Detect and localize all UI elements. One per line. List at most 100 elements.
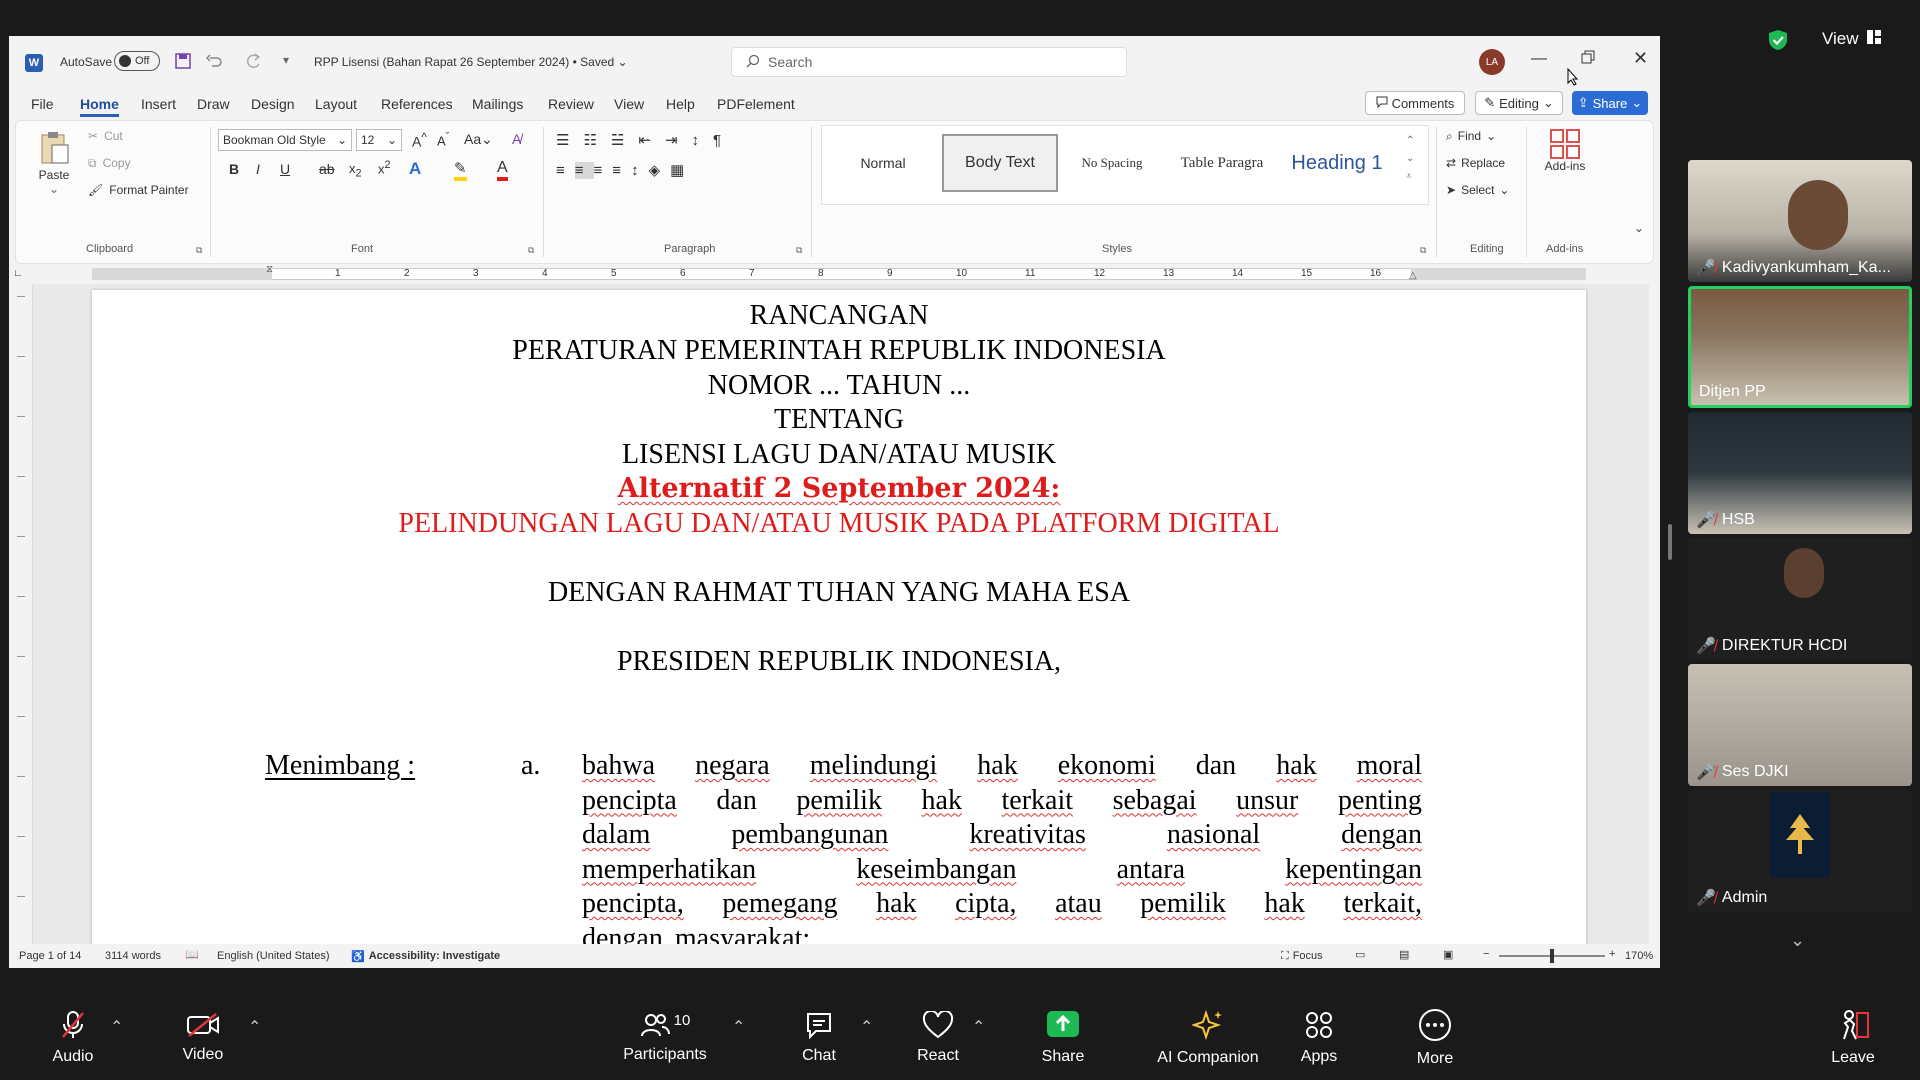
align-center-icon[interactable]: ≡ — [574, 162, 594, 179]
chat-options-chevron-icon[interactable]: ⌃ — [860, 1017, 873, 1037]
justify-icon[interactable]: ≡ — [612, 162, 631, 179]
show-marks-icon[interactable]: ¶ — [713, 132, 735, 149]
tab-file[interactable]: File — [31, 96, 54, 112]
zoom-out-icon[interactable]: − — [1483, 948, 1489, 960]
text-effects-icon[interactable]: A — [409, 159, 421, 179]
share-screen-button[interactable]: Share — [1008, 995, 1118, 1080]
vertical-ruler[interactable] — [9, 284, 33, 944]
web-layout-icon[interactable]: ▣ — [1443, 948, 1453, 961]
underline-icon[interactable]: U — [280, 161, 290, 177]
participant-tile-1[interactable]: 🎤̸ Kadivyankumham_Ka... — [1688, 160, 1912, 282]
more-button[interactable]: More — [1380, 995, 1490, 1080]
document-page[interactable]: RANCANGAN PERATURAN PEMERINTAH REPUBLIK … — [92, 290, 1586, 944]
tab-design[interactable]: Design — [251, 96, 295, 112]
italic-icon[interactable]: I — [256, 161, 260, 177]
doc-paragraph-line[interactable]: memperhatikan keseimbangan antara kepenting… — [582, 854, 1422, 886]
bold-icon[interactable]: B — [229, 161, 239, 177]
copy-button[interactable]: ⧉ Copy — [88, 156, 131, 171]
redo-icon[interactable] — [245, 52, 263, 73]
sort-icon[interactable]: ↕ — [692, 132, 714, 149]
style-body-text[interactable]: Body Text — [942, 134, 1058, 192]
right-indent-marker-icon[interactable]: △ — [1409, 270, 1417, 281]
page-count[interactable]: Page 1 of 14 — [19, 950, 81, 962]
find-button[interactable]: ⌕ Find ⌄ — [1446, 129, 1496, 144]
word-count[interactable]: 3114 words — [105, 950, 161, 962]
collapse-ribbon-icon[interactable]: ⌄ — [1634, 221, 1644, 235]
editing-mode-button[interactable]: ✎ Editing ⌄ — [1475, 91, 1563, 115]
paragraph-launcher-icon[interactable]: ⧉ — [796, 245, 802, 256]
comments-button[interactable]: Comments — [1365, 91, 1465, 115]
minimize-button[interactable]: — — [1531, 50, 1547, 68]
participants-button[interactable]: 10 Participants — [610, 995, 720, 1080]
paste-button[interactable]: Paste ⌄ — [34, 131, 74, 196]
tab-selector-icon[interactable]: ∟ — [13, 268, 23, 279]
ai-companion-button[interactable]: AI Companion — [1143, 995, 1273, 1080]
superscript-icon[interactable]: x2 — [378, 159, 391, 176]
style-no-spacing[interactable]: No Spacing — [1062, 134, 1162, 192]
strikethrough-icon[interactable]: ab — [319, 161, 335, 177]
doc-heading-lisensi[interactable]: LISENSI LAGU DAN/ATAU MUSIK — [92, 439, 1586, 471]
replace-button[interactable]: ⇄ Replace — [1446, 156, 1505, 170]
subscript-icon[interactable]: x2 — [349, 161, 362, 180]
scroll-down-chevron-icon[interactable]: ⌄ — [1790, 930, 1805, 951]
zoom-in-icon[interactable]: + — [1609, 948, 1615, 960]
read-mode-icon[interactable]: ▭ — [1355, 948, 1365, 961]
doc-alternative-line[interactable]: Alternatif 2 September 2024: — [92, 473, 1586, 504]
style-heading-1[interactable]: Heading 1 — [1278, 134, 1396, 192]
style-table-paragraph[interactable]: Table Paragra — [1168, 134, 1276, 192]
addins-button[interactable]: Add-ins — [1540, 129, 1590, 173]
style-normal[interactable]: Normal — [828, 134, 938, 192]
clipboard-launcher-icon[interactable]: ⧉ — [196, 245, 202, 256]
react-button[interactable]: React — [883, 995, 993, 1080]
close-button[interactable]: ✕ — [1633, 48, 1648, 69]
align-left-icon[interactable]: ≡ — [556, 162, 575, 179]
font-color-icon[interactable]: A — [497, 159, 508, 181]
undo-icon[interactable] — [205, 52, 223, 73]
select-button[interactable]: ➤ Select ⌄ — [1446, 183, 1509, 197]
font-size-select[interactable]: 12 ⌄ — [356, 129, 402, 151]
user-avatar[interactable]: LA — [1479, 49, 1505, 75]
accessibility-status[interactable]: ♿ Accessibility: Investigate — [351, 950, 500, 963]
focus-button[interactable]: ⛶ Focus — [1281, 950, 1323, 963]
indent-marker-icon[interactable]: ⧖ — [266, 264, 273, 275]
doc-heading-tentang[interactable]: TENTANG — [92, 404, 1586, 436]
styles-scroll[interactable]: ⌃ ⌄ ⩡ — [1406, 132, 1414, 186]
horizontal-ruler[interactable]: ∟ 1 2 3 4 5 6 7 8 9 10 11 12 13 14 15 16 ⧖ △ — [9, 264, 1660, 284]
leave-button[interactable]: Leave — [1798, 995, 1908, 1080]
apps-button[interactable]: Apps — [1264, 995, 1374, 1080]
doc-rahmat[interactable]: DENGAN RAHMAT TUHAN YANG MAHA ESA — [92, 577, 1586, 609]
share-button[interactable]: ⇪ Share ⌄ — [1572, 91, 1648, 115]
doc-paragraph-line[interactable]: pencipta, pemegang hak cipta, atau pemilik hak… — [582, 888, 1422, 920]
tab-mailings[interactable]: Mailings — [472, 96, 523, 112]
participant-tile-2[interactable]: Ditjen PP — [1688, 286, 1912, 408]
panel-resize-handle[interactable] — [1668, 524, 1672, 560]
tab-draw[interactable]: Draw — [197, 96, 230, 112]
numbering-icon[interactable]: ☷ — [583, 132, 610, 149]
video-button[interactable]: Video — [148, 995, 258, 1080]
tab-references[interactable]: References — [381, 96, 453, 112]
audio-options-chevron-icon[interactable]: ⌃ — [110, 1017, 123, 1037]
doc-heading-rancangan[interactable]: RANCANGAN — [92, 300, 1586, 332]
language-status[interactable]: English (United States) — [217, 950, 330, 962]
font-family-select[interactable]: Bookman Old Style ⌄ — [218, 129, 352, 151]
restore-button[interactable] — [1581, 50, 1595, 67]
zoom-view-button[interactable]: View — [1822, 29, 1881, 49]
participants-options-chevron-icon[interactable]: ⌃ — [732, 1017, 745, 1037]
shrink-font-icon[interactable]: Aˇ — [437, 131, 449, 148]
participant-tile-6[interactable]: 🎤̸ Admin — [1688, 790, 1912, 912]
shading-icon[interactable]: ◈ — [649, 162, 671, 179]
styles-launcher-icon[interactable]: ⧉ — [1420, 245, 1426, 256]
video-options-chevron-icon[interactable]: ⌃ — [248, 1017, 261, 1037]
participant-tile-3[interactable]: 🎤̸ HSB — [1688, 412, 1912, 534]
doc-alt-subtitle[interactable]: PELINDUNGAN LAGU DAN/ATAU MUSIK PADA PLA… — [92, 508, 1586, 540]
tab-pdfelement[interactable]: PDFelement — [717, 96, 795, 112]
audio-button[interactable]: Audio — [18, 995, 128, 1080]
document-canvas[interactable]: RANCANGAN PERATURAN PEMERINTAH REPUBLIK … — [9, 284, 1649, 944]
doc-heading-peraturan[interactable]: PERATURAN PEMERINTAH REPUBLIK INDONESIA — [92, 335, 1586, 367]
tab-home[interactable]: Home — [80, 96, 119, 117]
borders-icon[interactable]: ▦ — [670, 162, 694, 179]
document-title[interactable]: RPP Lisensi (Bahan Rapat 26 September 20… — [314, 55, 628, 69]
chat-button[interactable]: Chat — [764, 995, 874, 1080]
tab-review[interactable]: Review — [548, 96, 594, 112]
print-layout-icon[interactable]: ▤ — [1399, 948, 1409, 961]
